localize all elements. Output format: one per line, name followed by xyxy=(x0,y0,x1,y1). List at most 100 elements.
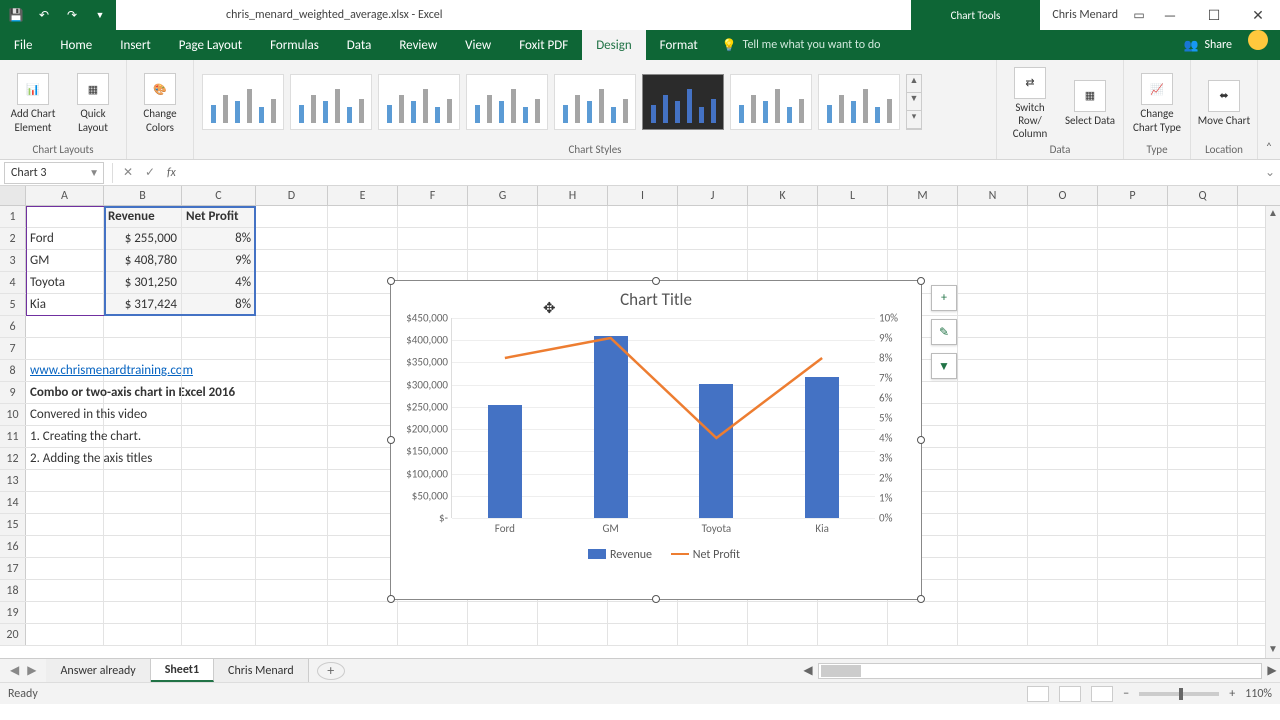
chart-style-2[interactable] xyxy=(290,74,372,130)
cell-Q15[interactable] xyxy=(1168,514,1238,535)
cell-P6[interactable] xyxy=(1098,316,1168,337)
cell-M1[interactable] xyxy=(888,206,958,227)
chart-style-6-selected[interactable] xyxy=(642,74,724,130)
cell-I1[interactable] xyxy=(608,206,678,227)
row-header-8[interactable]: 8 xyxy=(0,360,26,381)
cell-D2[interactable] xyxy=(256,228,328,249)
col-header-D[interactable]: D xyxy=(256,186,328,205)
cell-C13[interactable] xyxy=(182,470,256,491)
cell-O2[interactable] xyxy=(1028,228,1098,249)
cell-E20[interactable] xyxy=(328,624,398,645)
cell-A5[interactable]: Kia xyxy=(26,294,104,315)
col-header-G[interactable]: G xyxy=(468,186,538,205)
cell-C1[interactable]: Net Profit xyxy=(182,206,256,227)
worksheet-grid[interactable]: ABCDEFGHIJKLMNOPQ 1RevenueNet Profit2For… xyxy=(0,186,1280,658)
cell-N6[interactable] xyxy=(958,316,1028,337)
switch-row-column-button[interactable]: ⇄Switch Row/ Column xyxy=(1003,63,1057,141)
cell-P11[interactable] xyxy=(1098,426,1168,447)
cell-P14[interactable] xyxy=(1098,492,1168,513)
enter-formula-icon[interactable]: ✓ xyxy=(139,165,161,180)
cell-Q6[interactable] xyxy=(1168,316,1238,337)
chart-style-3[interactable] xyxy=(378,74,460,130)
cell-G20[interactable] xyxy=(468,624,538,645)
cell-N12[interactable] xyxy=(958,448,1028,469)
cell-A16[interactable] xyxy=(26,536,104,557)
chart-style-8[interactable] xyxy=(818,74,900,130)
cell-B2[interactable]: $ 255,000 xyxy=(104,228,182,249)
maximize-button[interactable]: ☐ xyxy=(1192,0,1236,30)
cell-N19[interactable] xyxy=(958,602,1028,623)
cell-L20[interactable] xyxy=(818,624,888,645)
cell-O8[interactable] xyxy=(1028,360,1098,381)
add-chart-element-button[interactable]: 📊 Add Chart Element xyxy=(6,69,60,133)
cell-P13[interactable] xyxy=(1098,470,1168,491)
cell-O16[interactable] xyxy=(1028,536,1098,557)
cell-M19[interactable] xyxy=(888,602,958,623)
scroll-up-icon[interactable]: ▲ xyxy=(1266,206,1280,222)
cell-C10[interactable] xyxy=(182,404,256,425)
chart-style-1[interactable] xyxy=(202,74,284,130)
col-header-F[interactable]: F xyxy=(398,186,468,205)
cell-O14[interactable] xyxy=(1028,492,1098,513)
cell-B10[interactable] xyxy=(104,404,182,425)
cell-Q17[interactable] xyxy=(1168,558,1238,579)
col-header-O[interactable]: O xyxy=(1028,186,1098,205)
cell-A9[interactable]: Combo or two-axis chart in Excel 2016 xyxy=(26,382,104,403)
cell-B1[interactable]: Revenue xyxy=(104,206,182,227)
cell-D7[interactable] xyxy=(256,338,328,359)
cell-Q19[interactable] xyxy=(1168,602,1238,623)
new-sheet-button[interactable]: + xyxy=(317,662,345,680)
tab-formulas[interactable]: Formulas xyxy=(256,30,333,60)
cell-D3[interactable] xyxy=(256,250,328,271)
cell-B9[interactable] xyxy=(104,382,182,403)
tell-me[interactable]: 💡 Tell me what you want to do xyxy=(712,30,891,60)
vertical-scrollbar[interactable]: ▲ ▼ xyxy=(1265,206,1280,658)
cell-C5[interactable]: 8% xyxy=(182,294,256,315)
sheet-tab-sheet1[interactable]: Sheet1 xyxy=(151,659,214,682)
cell-A7[interactable] xyxy=(26,338,104,359)
expand-formula-bar-icon[interactable]: ⌄ xyxy=(1260,165,1280,180)
chart-style-7[interactable] xyxy=(730,74,812,130)
col-header-I[interactable]: I xyxy=(608,186,678,205)
cell-P12[interactable] xyxy=(1098,448,1168,469)
embedded-chart[interactable]: ✥ Chart Title $-$50,000$100,000$150,000$… xyxy=(390,280,922,600)
cell-N9[interactable] xyxy=(958,382,1028,403)
cell-A19[interactable] xyxy=(26,602,104,623)
chart-legend[interactable]: Revenue Net Profit xyxy=(391,518,921,568)
chart-style-4[interactable] xyxy=(466,74,548,130)
cell-Q9[interactable] xyxy=(1168,382,1238,403)
tab-home[interactable]: Home xyxy=(46,30,106,60)
cell-D9[interactable] xyxy=(256,382,328,403)
collapse-ribbon-icon[interactable]: ˄ xyxy=(1258,60,1280,159)
cell-A17[interactable] xyxy=(26,558,104,579)
cell-P9[interactable] xyxy=(1098,382,1168,403)
cell-C19[interactable] xyxy=(182,602,256,623)
cell-Q5[interactable] xyxy=(1168,294,1238,315)
cell-B4[interactable]: $ 301,250 xyxy=(104,272,182,293)
cell-D16[interactable] xyxy=(256,536,328,557)
cell-J1[interactable] xyxy=(678,206,748,227)
row-header-2[interactable]: 2 xyxy=(0,228,26,249)
row-header-3[interactable]: 3 xyxy=(0,250,26,271)
row-header-1[interactable]: 1 xyxy=(0,206,26,227)
cell-D15[interactable] xyxy=(256,514,328,535)
cell-P1[interactable] xyxy=(1098,206,1168,227)
scroll-left-icon[interactable]: ◀ xyxy=(800,663,816,678)
cell-P4[interactable] xyxy=(1098,272,1168,293)
cell-E2[interactable] xyxy=(328,228,398,249)
cell-N13[interactable] xyxy=(958,470,1028,491)
row-header-15[interactable]: 15 xyxy=(0,514,26,535)
cell-N10[interactable] xyxy=(958,404,1028,425)
line-series[interactable] xyxy=(452,318,875,518)
cell-B19[interactable] xyxy=(104,602,182,623)
cell-B3[interactable]: $ 408,780 xyxy=(104,250,182,271)
qat-customize-icon[interactable]: ▼ xyxy=(90,10,110,21)
cell-C11[interactable] xyxy=(182,426,256,447)
cell-H2[interactable] xyxy=(538,228,608,249)
cell-B18[interactable] xyxy=(104,580,182,601)
row-header-12[interactable]: 12 xyxy=(0,448,26,469)
cell-O5[interactable] xyxy=(1028,294,1098,315)
select-all-corner[interactable] xyxy=(0,186,26,205)
tab-page-layout[interactable]: Page Layout xyxy=(165,30,256,60)
row-header-10[interactable]: 10 xyxy=(0,404,26,425)
